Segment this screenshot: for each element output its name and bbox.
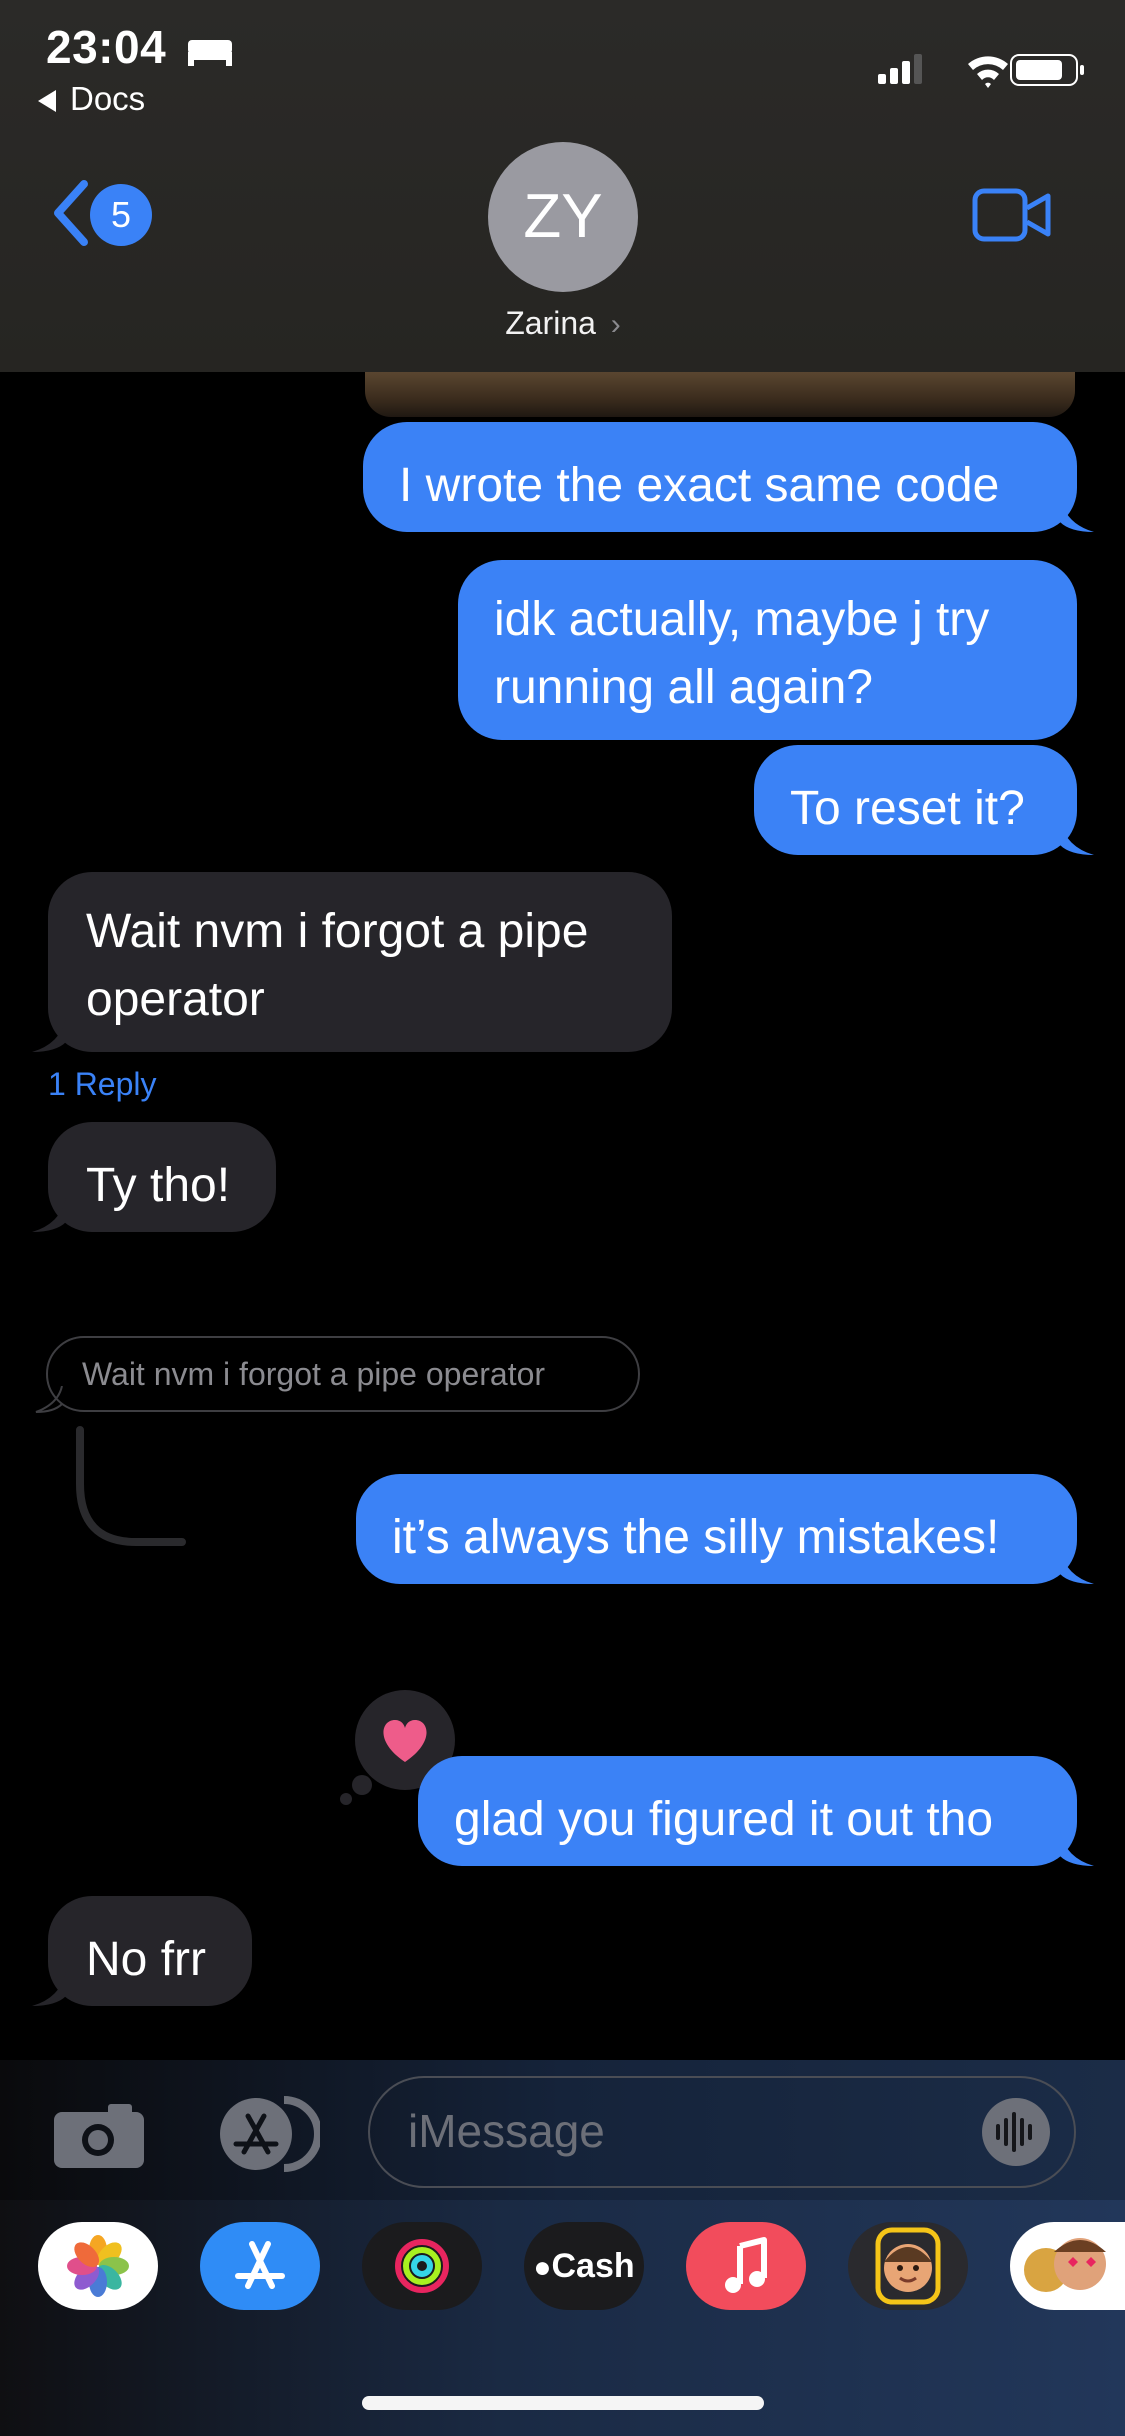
bubble-tail bbox=[32, 1198, 66, 1232]
cellular-signal-icon bbox=[878, 54, 922, 84]
message-input-placeholder: iMessage bbox=[408, 2105, 605, 2157]
photos-icon bbox=[67, 2235, 129, 2297]
thread-connector-line bbox=[76, 1426, 186, 1546]
thread-reply-count-link[interactable]: 1 Reply bbox=[48, 1066, 157, 1103]
memoji-face-icon bbox=[875, 2227, 941, 2305]
contact-name: Zarina bbox=[505, 305, 596, 341]
bubble-tail bbox=[32, 1972, 66, 2006]
audio-message-button[interactable] bbox=[982, 2098, 1050, 2166]
sleep-bed-icon bbox=[188, 40, 232, 66]
bubble-tail bbox=[1060, 1832, 1094, 1866]
message-bubble-incoming[interactable]: No frr bbox=[48, 1896, 252, 2006]
reaction-tail-dot bbox=[352, 1775, 372, 1795]
message-bubble-incoming[interactable]: Ty tho! bbox=[48, 1122, 276, 1232]
app-store-apps-button[interactable] bbox=[208, 2096, 320, 2172]
unread-count-badge[interactable]: 5 bbox=[90, 184, 152, 246]
image-attachment[interactable] bbox=[365, 372, 1075, 417]
app-store-app[interactable] bbox=[200, 2222, 320, 2310]
photos-app[interactable] bbox=[38, 2222, 158, 2310]
quoted-bubble-tail bbox=[35, 1386, 63, 1413]
memoji-app[interactable] bbox=[848, 2222, 968, 2310]
waveform-icon bbox=[996, 2112, 1032, 2152]
message-bubble-incoming[interactable]: Wait nvm i forgot a pipe operator bbox=[48, 872, 672, 1052]
message-bubble-outgoing[interactable]: it’s always the silly mistakes! bbox=[356, 1474, 1077, 1584]
message-bubble-outgoing[interactable]: I wrote the exact same code bbox=[363, 422, 1077, 532]
message-bubble-outgoing[interactable]: To reset it? bbox=[754, 745, 1077, 855]
back-triangle-icon bbox=[38, 90, 56, 113]
animoji-stickers-app[interactable] bbox=[1010, 2222, 1125, 2310]
memoji-stickers-icon bbox=[1024, 2238, 1106, 2292]
contact-avatar[interactable]: ZY bbox=[488, 142, 638, 292]
back-app-label: Docs bbox=[70, 80, 146, 117]
status-time: 23:04 bbox=[46, 21, 167, 73]
message-bubble-outgoing[interactable]: glad you figured it out tho bbox=[418, 1756, 1077, 1866]
camera-icon[interactable] bbox=[52, 2100, 146, 2170]
reaction-tail-dot bbox=[340, 1793, 352, 1805]
bubble-tail bbox=[32, 1018, 66, 1052]
apple-logo-icon: ● bbox=[533, 2251, 552, 2284]
app-store-icon bbox=[235, 2241, 285, 2289]
home-indicator[interactable] bbox=[362, 2396, 764, 2410]
cash-app[interactable]: ●Cash bbox=[524, 2222, 644, 2310]
activity-rings-icon bbox=[395, 2239, 449, 2293]
status-icons bbox=[878, 54, 1084, 88]
bubble-tail bbox=[1060, 498, 1094, 532]
back-chevron-icon[interactable] bbox=[50, 178, 90, 248]
quoted-reply-bubble[interactable]: Wait nvm i forgot a pipe operator bbox=[46, 1336, 640, 1412]
back-to-app-link[interactable]: Docs bbox=[38, 80, 145, 118]
bubble-tail bbox=[1060, 821, 1094, 855]
battery-icon bbox=[1010, 54, 1084, 86]
music-note-icon bbox=[725, 2237, 767, 2293]
contact-name-button[interactable]: Zarina › bbox=[440, 305, 686, 342]
fitness-app[interactable] bbox=[362, 2222, 482, 2310]
bubble-tail bbox=[1060, 1550, 1094, 1584]
cash-label: Cash bbox=[551, 2247, 635, 2285]
music-app[interactable] bbox=[686, 2222, 806, 2310]
wifi-icon bbox=[968, 56, 1008, 88]
message-bubble-outgoing[interactable]: idk actually, maybe j try running all ag… bbox=[458, 560, 1077, 740]
video-call-icon[interactable] bbox=[972, 186, 1052, 244]
chevron-right-icon: › bbox=[610, 308, 621, 341]
